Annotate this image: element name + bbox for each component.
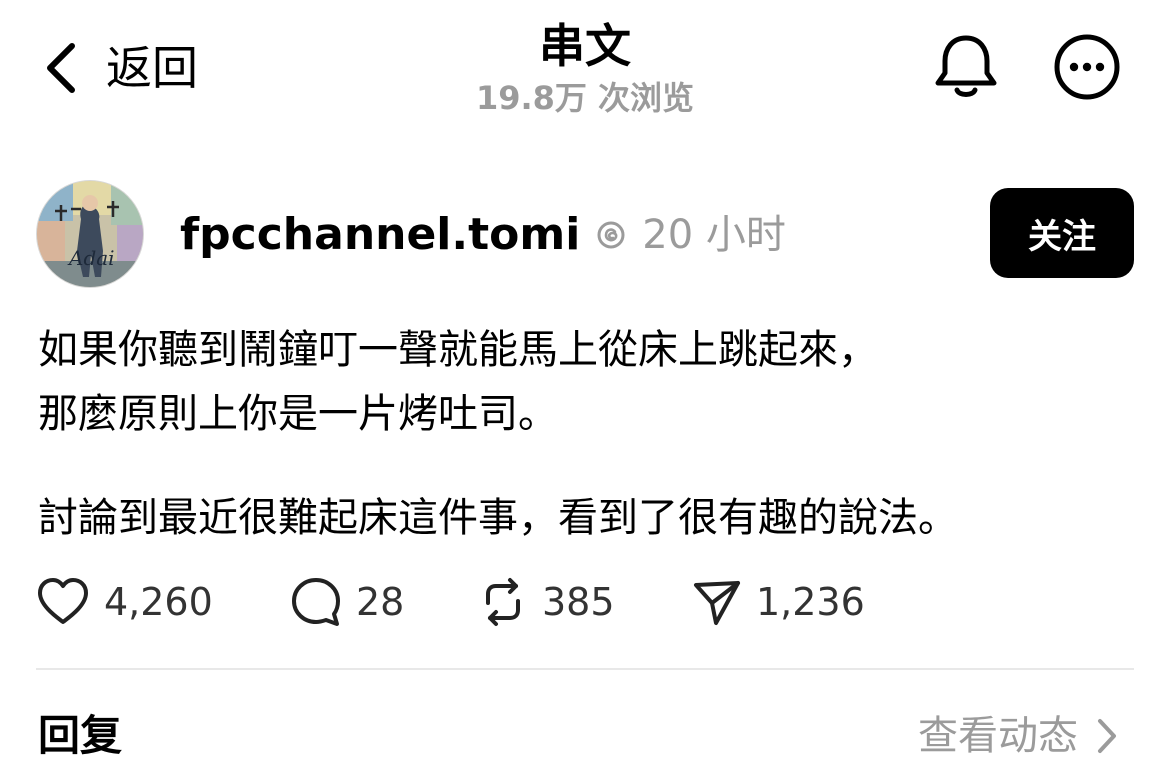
comment-icon <box>292 578 340 626</box>
avatar-image: Adai <box>37 181 143 287</box>
repost-count: 385 <box>542 580 615 624</box>
share-button[interactable]: 1,236 <box>692 572 865 632</box>
reply-count: 28 <box>356 580 405 624</box>
repost-icon <box>486 578 520 626</box>
notifications-button[interactable] <box>932 32 1000 102</box>
bell-icon <box>935 35 997 97</box>
repost-button[interactable]: 385 <box>478 572 615 632</box>
follow-button[interactable]: 关注 <box>990 188 1134 278</box>
author-username[interactable]: fpcchannel.tomi <box>180 205 580 265</box>
post-text: 如果你聽到鬧鐘叮一聲就能馬上從床上跳起來， 那麼原則上你是一片烤吐司。 討論到最… <box>38 318 1138 550</box>
post-paragraph: 討論到最近很難起床這件事，看到了很有趣的說法。 <box>38 486 1138 550</box>
title-block: 串文 19.8万 次浏览 <box>385 14 785 118</box>
more-options-button[interactable] <box>1052 32 1122 102</box>
reply-button[interactable]: 28 <box>290 572 404 632</box>
post-line: 如果你聽到鬧鐘叮一聲就能馬上從床上跳起來， <box>38 327 878 373</box>
post-timestamp: 20 小时 <box>642 212 786 258</box>
more-horizontal-icon <box>1054 34 1120 100</box>
view-activity-link[interactable]: 查看动态 <box>918 708 1118 764</box>
like-count: 4,260 <box>104 580 213 624</box>
view-activity-label: 查看动态 <box>918 713 1078 759</box>
avatar-signature: Adai <box>67 246 115 270</box>
replies-heading: 回复 <box>38 711 123 760</box>
heart-icon <box>38 578 88 624</box>
like-button[interactable]: 4,260 <box>36 572 213 632</box>
back-label: 返回 <box>106 41 198 95</box>
avatar[interactable]: Adai <box>36 180 144 288</box>
page-title: 串文 <box>539 19 631 73</box>
send-icon <box>694 581 740 625</box>
divider <box>36 668 1134 670</box>
author-row: fpcchannel.tomi 20 小时 <box>180 205 786 265</box>
post-line: 那麼原則上你是一片烤吐司。 <box>38 391 558 437</box>
top-nav-bar: 返回 串文 19.8万 次浏览 <box>0 0 1170 140</box>
post-paragraph: 如果你聽到鬧鐘叮一聲就能馬上從床上跳起來， 那麼原則上你是一片烤吐司。 <box>38 318 1138 446</box>
post-actions: 4,260 28 385 1,236 <box>36 572 1136 632</box>
post-line: 討論到最近很難起床這件事，看到了很有趣的說法。 <box>38 495 958 541</box>
threads-badge-icon <box>597 221 625 249</box>
view-count: 19.8万 次浏览 <box>475 79 695 117</box>
back-button[interactable]: 返回 <box>44 40 198 96</box>
chevron-right-icon <box>1098 719 1116 753</box>
share-count: 1,236 <box>756 580 865 624</box>
chevron-left-icon <box>47 43 75 93</box>
